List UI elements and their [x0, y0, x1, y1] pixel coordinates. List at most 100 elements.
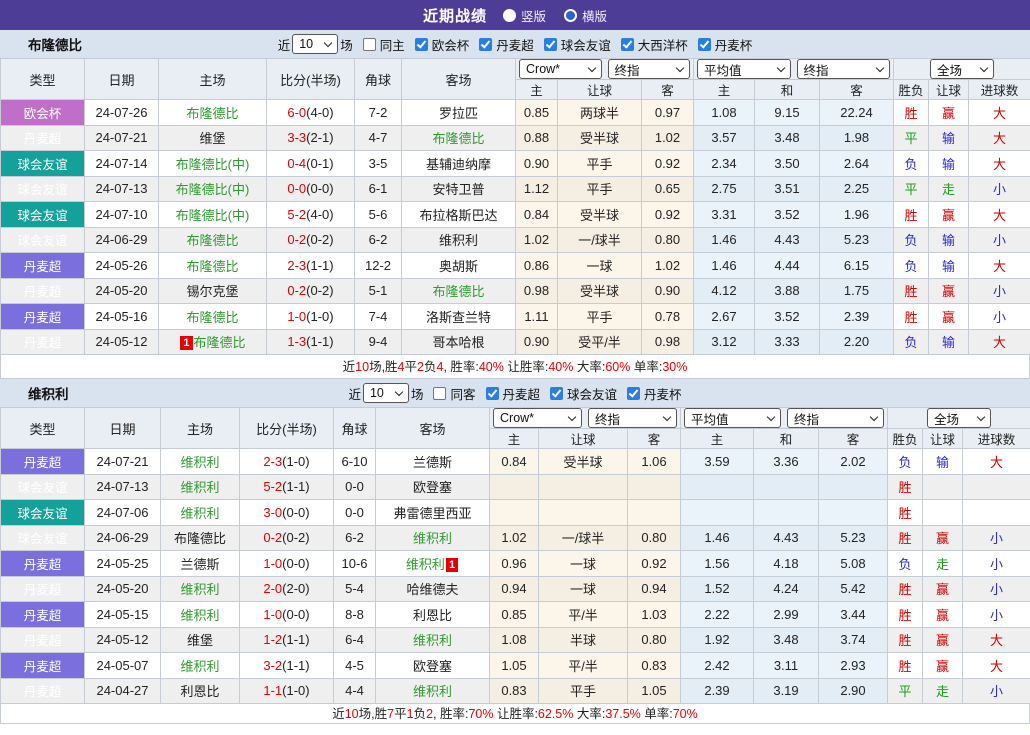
radio-icon[interactable] [502, 8, 516, 22]
games-count-select[interactable]: 10 [362, 383, 409, 403]
league-filter-checkbox[interactable] [550, 386, 564, 400]
games-count-select[interactable]: 10 [292, 34, 339, 54]
col-header-away: 客场 [375, 407, 490, 449]
odds-handicap-cell: 一球 [557, 252, 642, 279]
odds-source-select[interactable]: Crow* [493, 408, 582, 428]
odds-home-cell: 0.84 [515, 201, 558, 228]
league-filter-checkbox[interactable] [485, 386, 499, 400]
avg-source-select[interactable]: 平均值 [684, 408, 781, 428]
league-type-badge: 丹麦超 [0, 575, 85, 602]
result-text: 胜 [904, 309, 918, 325]
team-name-text: 维堡 [186, 633, 213, 649]
match-scope-select[interactable]: 全场 [930, 59, 995, 79]
avg-draw-cell: 3.11 [753, 652, 819, 679]
team-name-text: 布隆德比 [432, 284, 485, 300]
corners-cell: 4-5 [333, 652, 376, 679]
corners-cell: 12-2 [354, 252, 402, 279]
result-text: 胜 [898, 633, 912, 649]
odds-handicap-cell: 半球 [538, 626, 628, 653]
match-date-cell: 24-05-12 [84, 328, 159, 355]
avg-home-cell: 2.22 [680, 601, 754, 628]
corners-cell: 4-7 [354, 124, 402, 151]
result-text: 赢 [935, 582, 949, 598]
halftime-score: (1-1) [306, 334, 334, 350]
halftime-score: (1-1) [282, 657, 310, 673]
recent-results-page: 近期战绩 竖版 横版 布隆德比 近 10 场同主 欧会杯 丹麦超 球会友谊 大西洋杯 丹麦杯 [0, 0, 1030, 735]
result-handicap-cell: 走 [922, 677, 963, 704]
match-row: 球会友谊 24-07-06 维积利 3-0(0-0) 0-0 弗雷德里西亚胜 [0, 499, 1030, 526]
odds-home-cell: 1.12 [515, 175, 558, 202]
away-team-cell: 兰德斯 [375, 448, 490, 475]
result-outcome-cell: 胜 [887, 524, 923, 551]
avg-draw-cell: 3.51 [754, 175, 820, 202]
odds-source-select[interactable]: Crow* [519, 59, 602, 79]
radio-horizontal-layout[interactable]: 横版 [564, 6, 607, 25]
result-text: 赢 [941, 309, 955, 325]
same-venue-checkbox[interactable] [362, 37, 376, 51]
avg-home-cell: 1.08 [693, 99, 755, 126]
avg-away-cell: 1.75 [819, 277, 894, 304]
same-venue-checkbox[interactable] [433, 386, 447, 400]
result-text: 胜 [898, 658, 912, 674]
team-name-text: 维积利 [180, 658, 220, 674]
team-name-text: 维积利 [405, 556, 445, 572]
odds-away-cell: 0.65 [641, 175, 694, 202]
avg-home-cell: 1.46 [680, 524, 754, 551]
league-filter-checkbox[interactable] [627, 386, 641, 400]
avg-time-select[interactable]: 终指 [787, 408, 884, 428]
avg-home-cell: 2.75 [693, 175, 755, 202]
score-cell: 6-0(4-0) [266, 99, 355, 126]
score-cell: 5-2(1-1) [239, 473, 334, 500]
league-filter-checkbox[interactable] [697, 37, 711, 51]
result-goals-cell: 小 [967, 175, 1030, 202]
odds-handicap-cell: 一/球半 [538, 524, 628, 551]
avg-source-select[interactable]: 平均值 [697, 59, 791, 79]
fulltime-score: 0-2 [263, 530, 283, 546]
chevron-down-icon [875, 63, 885, 72]
summary-segment: 1 [406, 707, 414, 721]
fulltime-score: 1-0 [263, 606, 283, 622]
radio-icon[interactable] [564, 8, 577, 22]
avg-home-cell: 2.39 [680, 677, 754, 704]
league-type-badge: 丹麦超 [0, 124, 85, 151]
halftime-score: (1-1) [282, 632, 310, 648]
result-outcome-cell: 胜 [887, 652, 923, 679]
match-scope-value: 全场 [937, 63, 963, 78]
halftime-score: (1-0) [282, 453, 310, 469]
match-scope-select[interactable]: 全场 [927, 408, 992, 428]
odds-time-select[interactable]: 终指 [588, 408, 677, 428]
league-type-badge: 球会友谊 [0, 226, 85, 253]
match-row: 球会友谊 24-06-29 布隆德比 0-2(0-2) 6-2 维积利 1.02 一/球半 0.… [0, 524, 1030, 551]
result-text: 小 [990, 607, 1004, 623]
result-text: 输 [941, 233, 955, 249]
result-text: 小 [990, 531, 1004, 547]
league-filter-checkbox[interactable] [479, 37, 493, 51]
summary-segment: 37.5% [605, 707, 641, 721]
result-text: 赢 [935, 658, 949, 674]
odds-away-cell [627, 499, 681, 526]
subcol-odds-away: 客 [627, 428, 681, 449]
halftime-score: (0-0) [282, 606, 310, 622]
fulltime-score: 5-2 [263, 479, 283, 495]
league-filter-checkbox[interactable] [543, 37, 557, 51]
odds-away-cell: 1.02 [641, 124, 694, 151]
result-text: 胜 [898, 607, 912, 623]
radio-vertical-layout[interactable]: 竖版 [502, 6, 546, 25]
summary-segment: 2 [417, 360, 424, 374]
avg-away-cell: 5.23 [818, 524, 888, 551]
match-date-cell: 24-05-07 [84, 652, 161, 679]
col-header-home: 主场 [160, 407, 240, 449]
away-team-cell: 布隆德比 [401, 277, 516, 304]
league-filter-label: 丹麦超 [502, 387, 541, 402]
odds-time-select[interactable]: 终指 [607, 59, 690, 79]
league-filter-checkbox[interactable] [620, 37, 634, 51]
result-text: 胜 [898, 531, 912, 547]
avg-away-cell [818, 473, 888, 500]
result-goals-cell: 小 [961, 550, 1030, 577]
avg-draw-cell: 3.50 [754, 150, 820, 177]
away-team-cell: 哈维德夫 [375, 575, 490, 602]
avg-time-select[interactable]: 终指 [796, 59, 890, 79]
summary-segment: 2 [426, 707, 434, 721]
away-team-cell: 维积利 [401, 226, 516, 253]
league-filter-checkbox[interactable] [414, 37, 428, 51]
